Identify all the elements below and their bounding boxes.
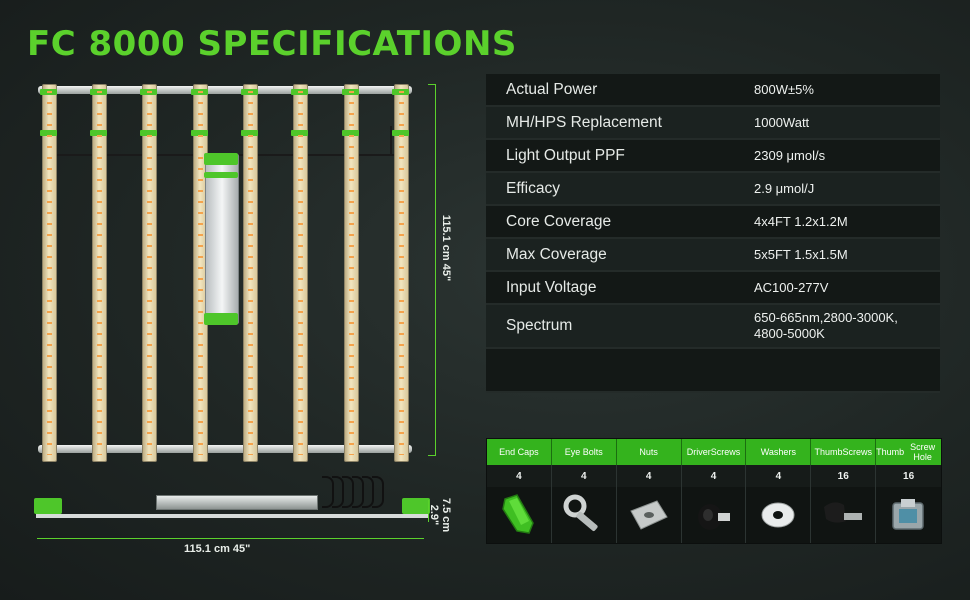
spec-label: Actual Power [506, 80, 598, 98]
specs-table: Actual Power 800W±5% MH/HPS Replacement … [486, 74, 940, 393]
thumb-screw-icon [811, 487, 877, 543]
spec-row: Spectrum 650-665nm,2800-3000K, 4800-5000… [486, 305, 940, 349]
header-line: Driver [686, 447, 711, 457]
led-bar [291, 84, 308, 462]
header-eye-bolts: Eye Bolts [552, 439, 617, 465]
side-rail [36, 514, 428, 518]
qty-thumb-screws: 16 [811, 465, 877, 487]
spec-label: Max Coverage [506, 245, 607, 263]
washer-icon [746, 487, 812, 543]
side-view-diagram [30, 470, 430, 530]
header-line: Thumb [876, 447, 905, 457]
spec-value: 800W±5% [754, 81, 814, 97]
dimension-tick [428, 84, 436, 85]
depth-cm: 7.5 cm [440, 497, 452, 533]
header-washers: Washers [746, 439, 812, 465]
spec-value-line: 650-665nm,2800-3000K, [754, 310, 898, 325]
header-thumb-screws: Thumb Screws [811, 439, 877, 465]
top-view-diagram [30, 78, 430, 468]
header-line: Screw Hole [910, 442, 936, 462]
driver-screw-icon [682, 487, 747, 543]
spec-label: Core Coverage [506, 212, 612, 230]
header-line: Screws [710, 447, 741, 457]
led-bar [392, 84, 409, 462]
end-cap-icon [487, 487, 552, 543]
qty-driver-screws: 4 [682, 465, 747, 487]
height-dimension-label: 115.1 cm 45" [440, 214, 452, 282]
qty-eye-bolts: 4 [552, 465, 617, 487]
spec-value: 4x4FT 1.2x1.2M [754, 213, 848, 229]
dimension-tick [428, 455, 436, 456]
spec-row-empty [486, 349, 940, 393]
spec-value: AC100-277V [754, 279, 829, 295]
spec-value: 5x5FT 1.5x1.5M [754, 246, 848, 262]
thumb-screw-hole-icon [876, 487, 941, 543]
eye-bolt-icon [552, 487, 617, 543]
qty-washers: 4 [746, 465, 812, 487]
depth-dimension-label: 7.5 cm 2.9" [428, 498, 452, 532]
led-bar [90, 84, 107, 462]
header-line: Thumb [814, 447, 843, 457]
led-bar [241, 84, 258, 462]
spec-value: 1000Watt [754, 114, 810, 130]
header-nuts: Nuts [617, 439, 682, 465]
spec-row: Max Coverage 5x5FT 1.5x1.5M [486, 239, 940, 272]
spec-label: Spectrum [506, 317, 573, 334]
accessories-quantities: 4 4 4 4 4 16 16 [487, 465, 941, 487]
spec-label: MH/HPS Replacement [506, 113, 662, 131]
led-bar [40, 84, 57, 462]
spec-row: Actual Power 800W±5% [486, 74, 940, 107]
qty-thumb-screw-hole: 16 [903, 470, 915, 482]
spec-label: Light Output PPF [506, 146, 625, 164]
spec-label: Input Voltage [506, 278, 597, 296]
depth-in: 2.9" [428, 504, 440, 526]
spec-row: Input Voltage AC100-277V [486, 272, 940, 305]
side-driver [156, 495, 318, 510]
accessories-table: End Caps Eye Bolts Nuts Driver Screws Was… [486, 438, 942, 544]
end-bracket [402, 498, 430, 514]
accessories-icons [487, 487, 941, 543]
width-dimension-line [37, 538, 424, 539]
spec-label: Efficacy [506, 179, 560, 197]
spec-row: Core Coverage 4x4FT 1.2x1.2M [486, 206, 940, 239]
page-title: FC 8000 SPECIFICATIONS [27, 24, 517, 64]
led-bar [140, 84, 157, 462]
spec-row: MH/HPS Replacement 1000Watt [486, 107, 940, 140]
width-dimension-label: 115.1 cm 45" [184, 543, 251, 555]
led-bar [342, 84, 359, 462]
spec-row: Light Output PPF 2309 μmol/s [486, 140, 940, 173]
driver-box [204, 153, 239, 325]
spec-value: 2.9 μmol/J [754, 180, 815, 196]
header-line: Screws [842, 447, 872, 457]
height-dimension-line [435, 84, 436, 455]
accessories-header: End Caps Eye Bolts Nuts Driver Screws Was… [487, 439, 941, 465]
end-bracket [34, 498, 62, 514]
cable [372, 476, 384, 508]
qty-nuts: 4 [617, 465, 682, 487]
spec-value: 650-665nm,2800-3000K, 4800-5000K [754, 310, 940, 342]
spec-value: 2309 μmol/s [754, 147, 826, 163]
header-thumb-screw-hole: Thumb Screw Hole [876, 439, 941, 465]
nut-icon [617, 487, 682, 543]
header-end-caps: End Caps [487, 439, 552, 465]
spec-value-line: 4800-5000K [754, 326, 825, 341]
qty-end-caps: 4 [487, 465, 552, 487]
spec-row: Efficacy 2.9 μmol/J [486, 173, 940, 206]
header-driver-screws: Driver Screws [682, 439, 747, 465]
